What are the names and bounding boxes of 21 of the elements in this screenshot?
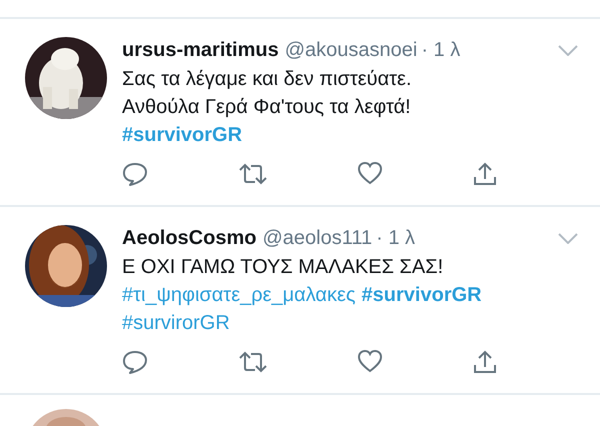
hashtag-link[interactable]: #survirorGR [122, 312, 230, 334]
hashtag-link[interactable]: #survivorGR [122, 124, 242, 146]
timestamp: · 1 λ [421, 39, 460, 62]
retweet-icon[interactable] [238, 349, 268, 375]
reply-icon[interactable] [122, 349, 148, 375]
reply-icon[interactable] [122, 161, 148, 187]
tweet-text: Σας τα λέγαμε και δεν πιστεύατε. [122, 67, 413, 92]
user-handle: @aeolos111 [262, 227, 372, 250]
tweet-text: Ανθούλα Γερά Φα'τους τα λεφτά! [122, 95, 412, 120]
retweet-icon[interactable] [238, 161, 268, 187]
heart-icon[interactable] [357, 161, 384, 185]
user-name[interactable]: AeolosCosmo [122, 227, 256, 250]
hashtag-link[interactable]: #survivorGR [362, 284, 482, 306]
tweet-text: Ε ΟΧΙ ΓΑΜΩ ΤΟΥΣ ΜΑΛΑΚΕΣ ΣΑΣ! [122, 255, 444, 280]
share-icon[interactable] [472, 161, 497, 187]
timestamp: · 1 λ [376, 227, 416, 250]
hashtag-link[interactable]: #τι_ψηφισατε_ρε_μαλακες [122, 284, 356, 306]
share-icon[interactable] [472, 349, 497, 375]
user-handle: @akousasnoei [284, 39, 418, 62]
heart-icon[interactable] [357, 349, 384, 373]
user-name[interactable]: ursus-maritimus [122, 39, 279, 62]
